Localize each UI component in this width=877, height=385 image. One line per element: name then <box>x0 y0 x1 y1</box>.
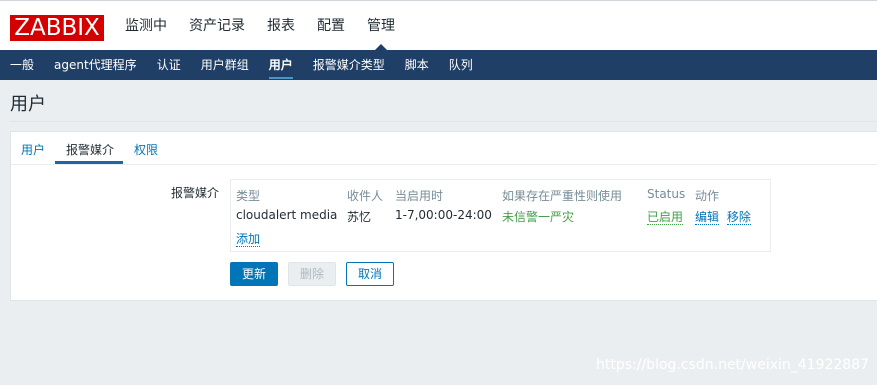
column-header-when-active: 当启用时 <box>395 189 444 203</box>
column-header-sendto: 收件人 <box>347 189 384 203</box>
media-actions-cell: 编辑 移除 <box>695 208 751 225</box>
media-status-cell: 已启用 <box>647 208 684 225</box>
top-header: ZABBIX 监测中 资产记录 报表 配置 管理 <box>0 0 877 51</box>
main-menu-monitoring[interactable]: 监测中 <box>125 1 167 51</box>
column-header-action: 动作 <box>695 189 720 203</box>
media-type-value: cloudalert media <box>236 208 338 222</box>
sub-menu: 一般 agent代理程序 认证 用户群组 用户 报警媒介类型 脚本 队列 <box>0 50 877 80</box>
sub-menu-user-groups[interactable]: 用户群组 <box>201 50 249 80</box>
zabbix-logo[interactable]: ZABBIX <box>10 15 104 41</box>
sub-menu-queue[interactable]: 队列 <box>449 50 473 80</box>
media-label: 报警媒介 <box>171 186 220 200</box>
sub-menu-scripts[interactable]: 脚本 <box>405 50 429 80</box>
tab-user[interactable]: 用户 <box>21 141 45 158</box>
media-severity-value: 未信警一严灾 <box>502 210 575 224</box>
active-tab-indicator <box>55 161 123 164</box>
media-period-value: 1-7,00:00-24:00 <box>395 208 492 222</box>
sub-menu-users[interactable]: 用户 <box>268 50 293 80</box>
remove-media-link[interactable]: 移除 <box>726 210 751 225</box>
page-title: 用户 <box>10 94 46 115</box>
edit-media-link[interactable]: 编辑 <box>695 210 720 225</box>
sub-menu-media-types[interactable]: 报警媒介类型 <box>313 50 385 80</box>
main-menu-administration[interactable]: 管理 <box>367 1 395 51</box>
tab-media[interactable]: 报警媒介 <box>66 141 114 158</box>
add-media-cell: 添加 <box>236 230 261 247</box>
status-enabled-link[interactable]: 已启用 <box>647 210 684 225</box>
main-menu-inventory[interactable]: 资产记录 <box>189 1 245 51</box>
main-menu: 监测中 资产记录 报表 配置 管理 <box>125 1 417 51</box>
sub-menu-proxies[interactable]: agent代理程序 <box>54 50 137 80</box>
sub-menu-general[interactable]: 一般 <box>10 50 34 80</box>
media-sendto-value: 苏忆 <box>347 210 372 224</box>
sub-menu-authentication[interactable]: 认证 <box>157 50 181 80</box>
add-media-link[interactable]: 添加 <box>236 232 261 247</box>
tab-permissions[interactable]: 权限 <box>134 141 158 158</box>
main-menu-configuration[interactable]: 配置 <box>317 1 345 51</box>
delete-button[interactable]: 删除 <box>288 262 336 286</box>
form-tabs: 用户 报警媒介 权限 <box>11 132 877 165</box>
user-form-panel: 用户 报警媒介 权限 报警媒介 类型 收件人 当启用时 如果存在严重性则使用 S… <box>10 131 877 301</box>
media-table: 类型 收件人 当启用时 如果存在严重性则使用 Status 动作 cloudal… <box>230 179 771 252</box>
cancel-button[interactable]: 取消 <box>346 262 394 286</box>
column-header-type: 类型 <box>236 189 261 203</box>
watermark-text: https://blog.csdn.net/weixin_41922887 <box>596 357 870 373</box>
column-header-status: Status <box>647 187 686 201</box>
column-header-severity: 如果存在严重性则使用 <box>502 189 623 203</box>
title-divider <box>10 121 877 122</box>
main-menu-reports[interactable]: 报表 <box>267 1 295 51</box>
update-button[interactable]: 更新 <box>230 262 278 286</box>
